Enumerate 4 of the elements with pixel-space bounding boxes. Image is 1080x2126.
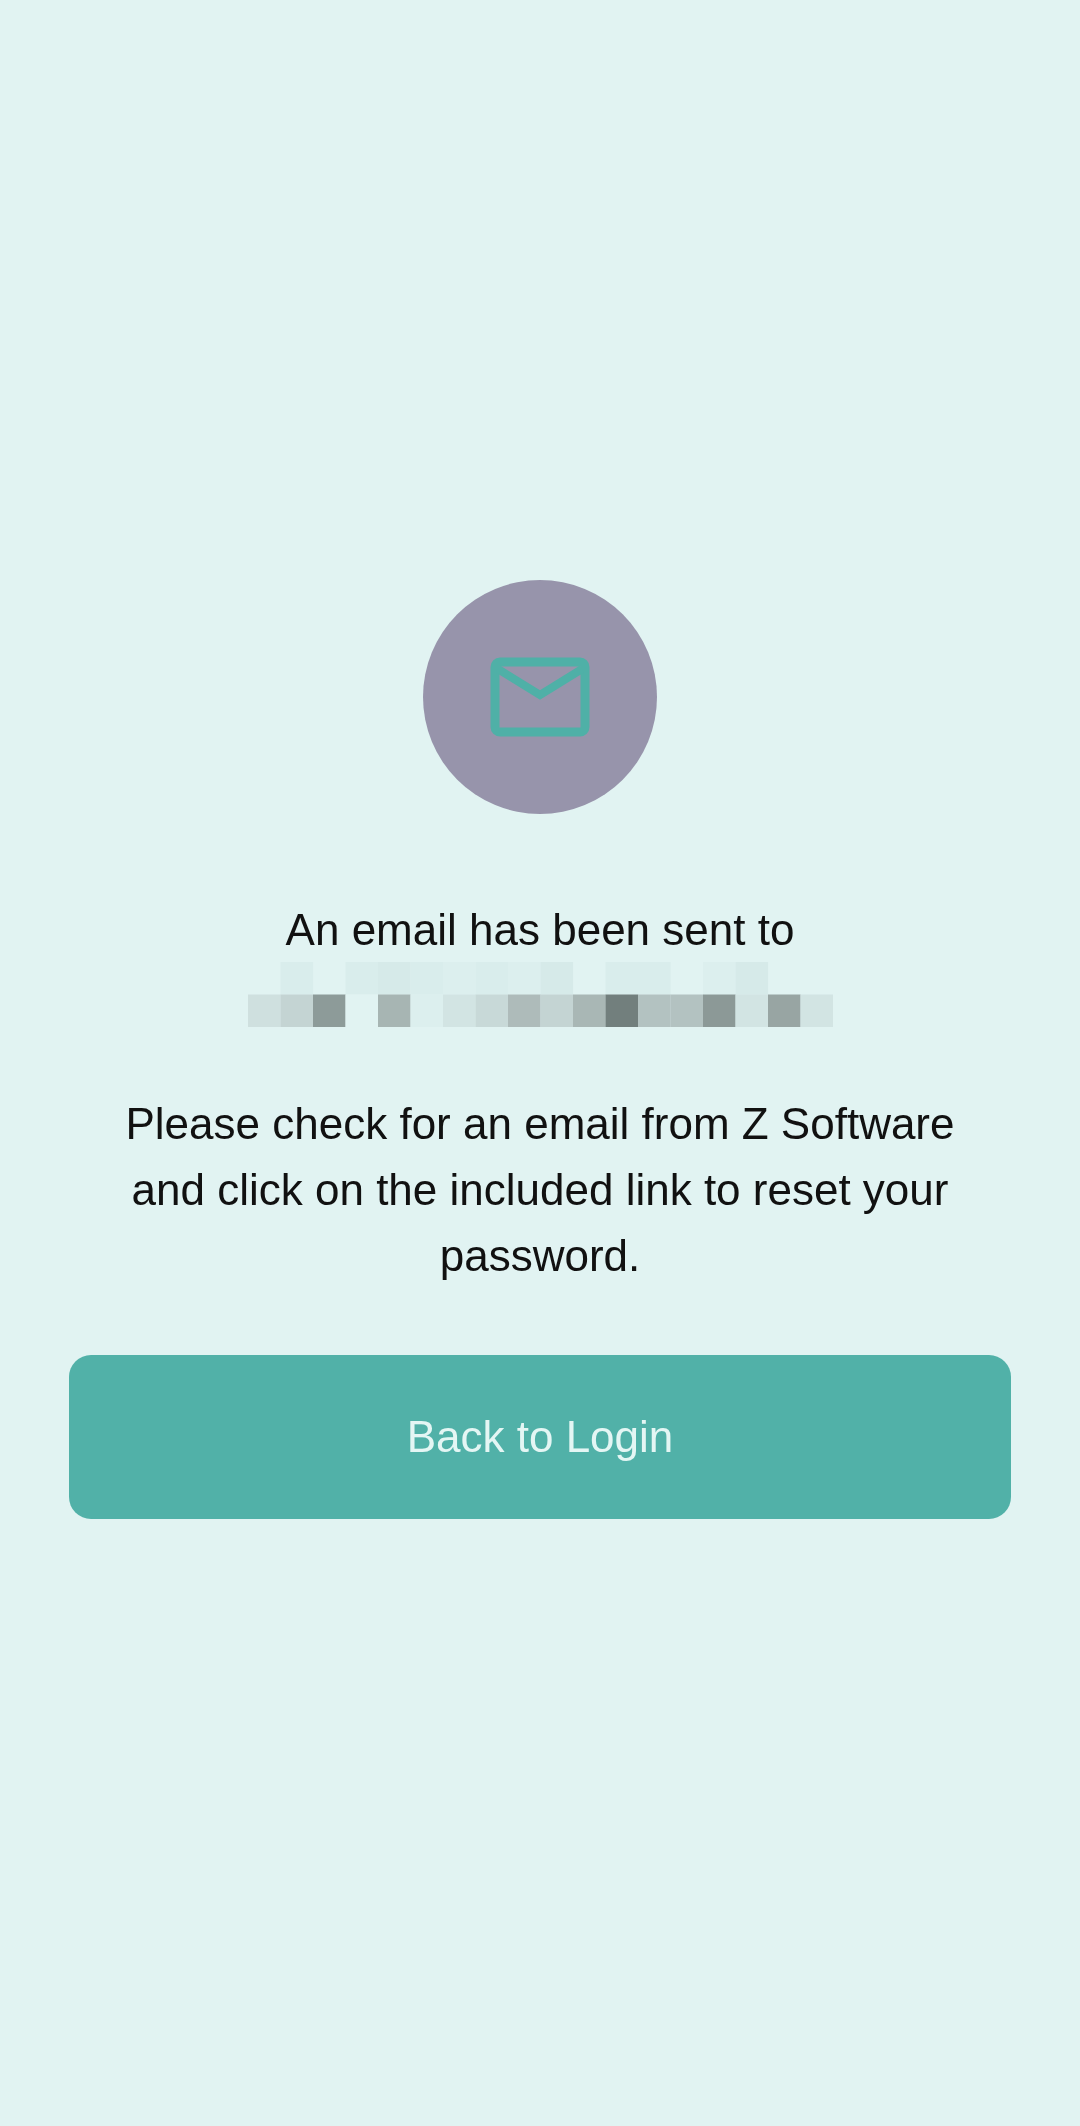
- envelope-icon: [490, 657, 590, 737]
- back-to-login-button[interactable]: Back to Login: [69, 1355, 1011, 1519]
- heading-text: An email has been sent to: [285, 904, 795, 956]
- instructions-text: Please check for an email from Z Software and click on the included link to reset your password.: [124, 1098, 956, 1282]
